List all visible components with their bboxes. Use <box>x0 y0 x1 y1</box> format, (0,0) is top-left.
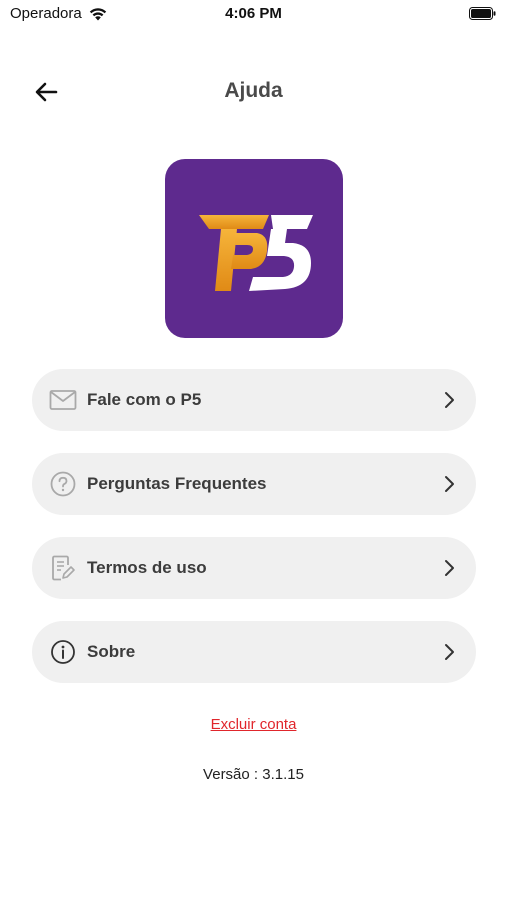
menu-item-terms[interactable]: Termos de uso <box>32 537 476 599</box>
p5-logo-mark <box>199 215 313 291</box>
document-edit-icon <box>52 555 75 581</box>
chevron-right-icon <box>445 392 454 408</box>
app-header: Ajuda <box>0 66 507 118</box>
help-screen: Operadora 4:06 PM Ajuda Fale com o P5 Pe… <box>0 0 507 900</box>
mail-icon <box>49 390 77 410</box>
app-logo <box>165 159 343 338</box>
battery-icon <box>469 7 496 20</box>
chevron-right-icon <box>445 644 454 660</box>
chevron-right-icon <box>445 560 454 576</box>
menu-item-label: Termos de uso <box>87 558 207 577</box>
menu-item-about[interactable]: Sobre <box>32 621 476 683</box>
menu-item-label: Perguntas Frequentes <box>87 474 267 493</box>
menu-item-label: Sobre <box>87 642 136 661</box>
chevron-right-icon <box>445 476 454 492</box>
status-time: 4:06 PM <box>225 5 282 22</box>
app-version: Versão : 3.1.15 <box>203 766 304 783</box>
status-bar: Operadora 4:06 PM <box>0 0 507 30</box>
info-icon <box>51 640 75 664</box>
delete-account-link[interactable]: Excluir conta <box>0 716 507 733</box>
menu-item-label: Fale com o P5 <box>87 390 202 409</box>
page-title: Ajuda <box>224 79 283 102</box>
menu-item-faq[interactable]: Perguntas Frequentes <box>32 453 476 515</box>
help-circle-icon <box>50 471 76 497</box>
menu-item-contact[interactable]: Fale com o P5 <box>32 369 476 431</box>
